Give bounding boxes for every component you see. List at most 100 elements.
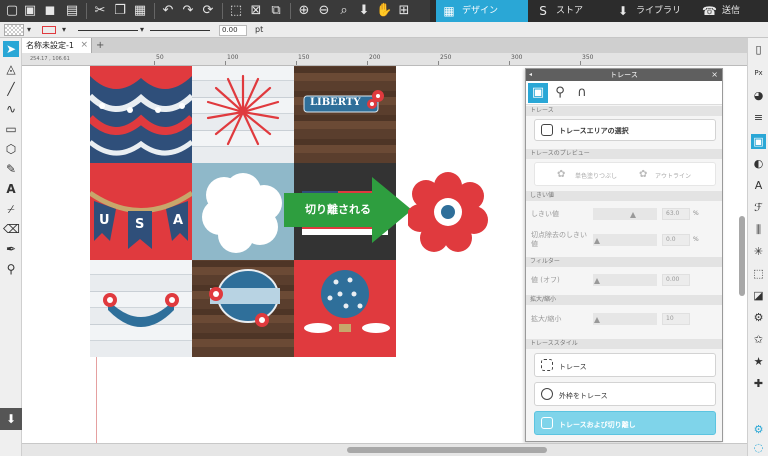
star-effects-icon[interactable]: ★ [751,354,766,369]
trace-panel-icon[interactable]: ▣ [751,134,766,149]
vertical-scrollbar[interactable] [737,66,747,443]
firework-sticker[interactable] [192,66,294,163]
puzzle-icon[interactable]: ✚ [751,376,766,391]
rectangle-tool-icon[interactable]: ▭ [3,121,19,137]
flower-silhouette-sticker[interactable] [192,163,294,260]
copy-icon[interactable]: ❐ [112,3,128,19]
zoom-out-icon[interactable]: ⊖ [316,3,332,19]
page-setup-icon[interactable]: ▯ [751,42,766,57]
line-style-selector[interactable] [78,24,138,31]
paste-icon[interactable]: ▦ [132,3,148,19]
detached-flower-graphic[interactable] [408,172,488,252]
palette-icon[interactable]: ◕ [751,88,766,103]
sketch-icon[interactable]: ✩ [751,332,766,347]
contrast-icon[interactable]: ◐ [751,156,766,171]
fill-preview-label[interactable]: 単色塗りつぶし [575,171,617,180]
line-tool-icon[interactable]: ╱ [3,81,19,97]
transform-icon[interactable]: ✳ [751,244,766,259]
chevron-down-icon[interactable]: ▾ [140,24,144,36]
document-tab[interactable]: 名称未設定-1 × [22,38,92,53]
swag-sticker[interactable] [90,260,192,357]
print-icon[interactable]: ▤ [64,3,80,19]
liberty-sticker[interactable]: LIBERTY [294,66,396,163]
refresh-icon[interactable]: ⟳ [200,3,216,19]
eyedropper-tool-icon[interactable]: ⚲ [3,261,19,277]
modify-icon[interactable]: ◪ [751,288,766,303]
slider-thumb[interactable] [630,212,636,218]
pen-tool-icon[interactable]: ✒ [3,241,19,257]
threshold-value[interactable]: 63.0 [662,208,690,220]
threshold-slider[interactable] [593,208,657,220]
open-file-icon[interactable]: ▣ [22,3,38,19]
edit-points-icon[interactable]: ◬ [3,61,19,77]
offset-icon[interactable]: ⚙ [751,310,766,325]
magnet-icon[interactable]: ∩ [572,83,592,103]
redo-icon[interactable]: ↷ [180,3,196,19]
label-sticker[interactable] [192,260,294,357]
cut-icon[interactable]: ✂ [92,3,108,19]
text-style-icon[interactable]: A [751,178,766,193]
tab-store[interactable]: S ストア [530,0,610,22]
eraser-tool-icon[interactable]: ⌫ [3,221,20,237]
slider-thumb[interactable] [594,317,600,323]
align-icon[interactable]: ⫼ [751,222,766,237]
filter-slider[interactable] [593,274,657,286]
close-icon[interactable]: × [711,69,718,81]
line-width-input[interactable]: 0.00 [219,25,247,36]
pixscan-icon[interactable]: Px [751,66,766,81]
add-tab-button[interactable]: + [96,38,104,53]
highpass-slider[interactable] [593,234,657,246]
new-file-icon[interactable]: ▢ [4,3,20,19]
horizontal-scrollbar[interactable] [22,443,747,456]
select-arrow-icon[interactable]: ➤ [3,41,19,57]
outline-preview-icon[interactable]: ✿ [639,169,647,180]
save-icon[interactable]: ◼ [42,3,58,19]
scale-value[interactable]: 10 [662,313,690,325]
replicate-panel-icon[interactable]: ⬚ [751,266,766,281]
freehand-tool-icon[interactable]: ✎ [3,161,19,177]
line-color-swatch[interactable] [42,26,56,34]
filter-value[interactable]: 0.00 [662,274,690,286]
zoom-fit-icon[interactable]: ⌕ [336,3,352,19]
scale-slider[interactable] [593,313,657,325]
vertical-scroll-thumb[interactable] [739,216,745,296]
trace-button[interactable]: トレース [534,353,716,377]
deselect-icon[interactable]: ⊠ [248,3,264,19]
highpass-value[interactable]: 0.0 [662,234,690,246]
knife-tool-icon[interactable]: ⌿ [3,201,19,217]
trace-outer-edge-button[interactable]: 外枠をトレース [534,382,716,406]
line-weight-selector[interactable] [150,24,210,31]
text-path-icon[interactable]: ℱ [751,200,766,215]
add-page-icon[interactable]: ⊞ [396,3,412,19]
undo-icon[interactable]: ↶ [160,3,176,19]
panel-collapse-icon[interactable]: ◂ [529,69,532,81]
tab-design[interactable]: ▦ デザイン [436,0,528,22]
zoom-in-icon[interactable]: ⊕ [296,3,312,19]
chevron-down-icon[interactable]: ▾ [62,24,66,36]
select-all-icon[interactable]: ⬚ [228,3,244,19]
trace-icon[interactable]: ▣ [528,83,548,103]
slider-thumb[interactable] [594,238,600,244]
select-trace-area-button[interactable]: トレースエリアの選択 [534,119,716,141]
chevron-down-icon[interactable]: ▾ [27,24,31,36]
library-panel-button[interactable]: ⬇ [0,408,22,430]
tab-send[interactable]: ☎ 送信 [696,0,768,22]
polygon-tool-icon[interactable]: ⬡ [3,141,19,157]
text-tool-icon[interactable]: A [3,181,19,197]
outline-preview-label[interactable]: アウトライン [655,171,691,180]
usa-banner-sticker[interactable]: U S A [90,163,192,260]
tab-library[interactable]: ⬇ ライブラリ [610,0,696,22]
line-style-icon[interactable]: ≡ [751,110,766,125]
balloon-sticker[interactable] [294,260,396,357]
fill-pattern-swatch[interactable] [4,24,24,36]
settings-icon[interactable]: ⚙ [751,422,766,437]
eyedropper-icon[interactable]: ⚲ [550,83,570,103]
bunting-sticker[interactable] [90,66,192,163]
close-icon[interactable]: × [80,38,88,53]
fill-preview-icon[interactable]: ✿ [557,169,565,180]
replicate-icon[interactable]: ⧉ [268,3,284,19]
pan-hand-icon[interactable]: ✋ [376,3,392,19]
curve-tool-icon[interactable]: ∿ [3,101,19,117]
trace-panel-header[interactable]: ◂ トレース × [526,69,722,81]
horizontal-scroll-thumb[interactable] [347,447,547,453]
